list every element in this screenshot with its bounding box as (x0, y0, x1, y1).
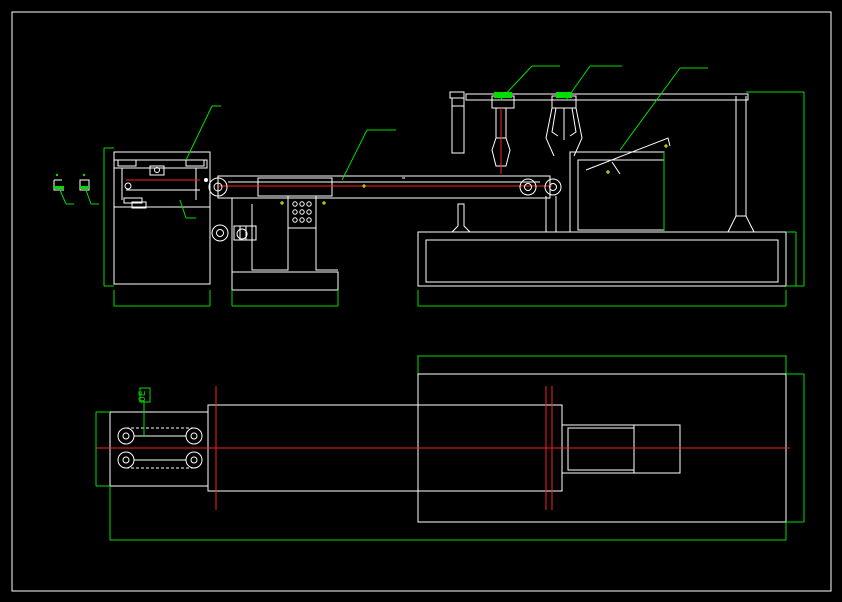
left-detail-icons (53, 173, 99, 205)
bolt-pattern (292, 201, 312, 223)
left-feeder-unit (103, 105, 221, 307)
elevation-view (53, 65, 805, 307)
drawing-frame (11, 11, 832, 592)
plan-view: 0E (95, 355, 805, 541)
cad-drawing-canvas: 0E (11, 11, 832, 592)
